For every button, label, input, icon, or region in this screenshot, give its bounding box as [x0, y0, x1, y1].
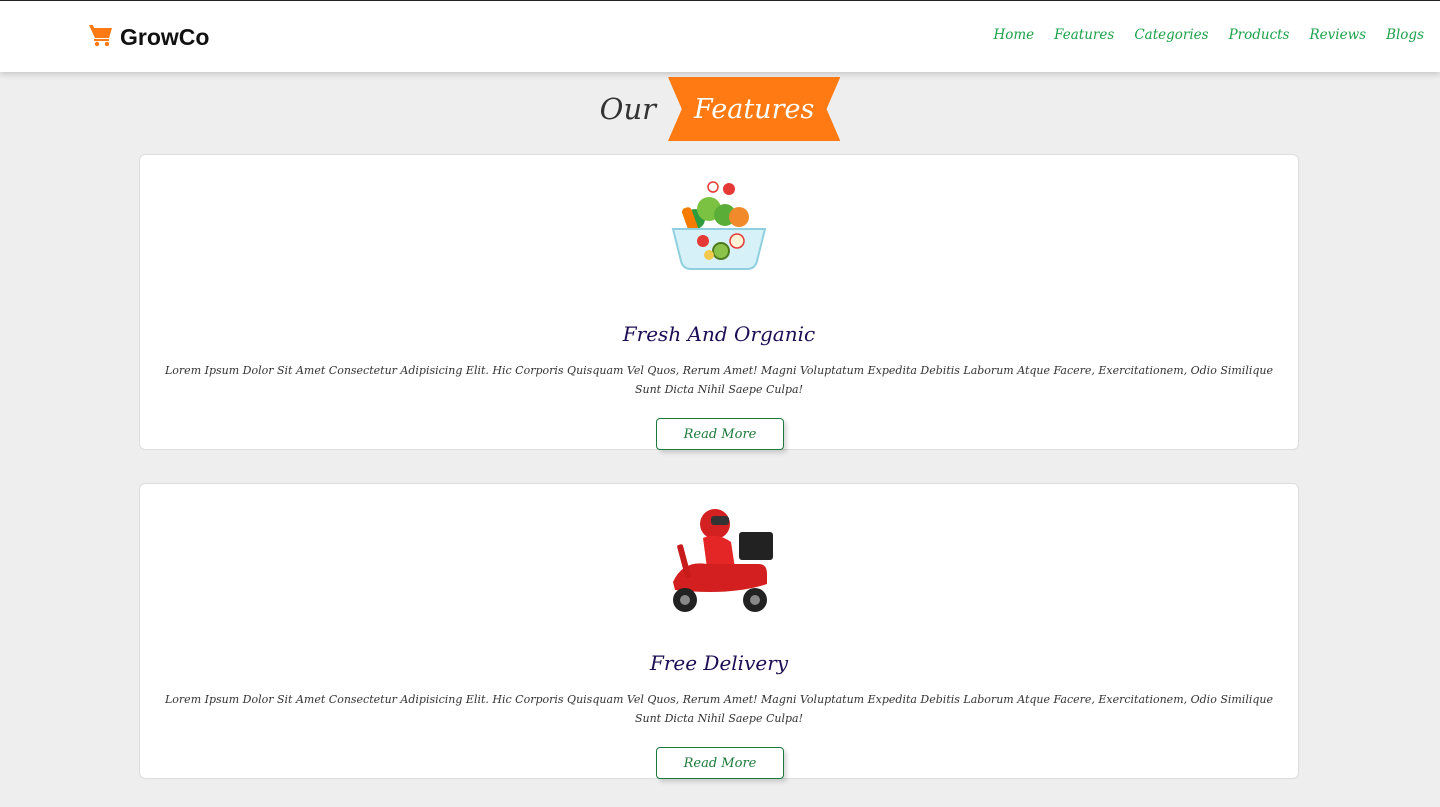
heading-highlight: Features	[668, 77, 841, 141]
main-nav: Home Features Categories Products Review…	[993, 27, 1424, 43]
feature-card: Free Delivery Lorem Ipsum Dolor Sit Amet…	[139, 483, 1299, 779]
feature-card: Fresh And Organic Lorem Ipsum Dolor Sit …	[139, 154, 1299, 450]
brand-name: GrowCo	[120, 23, 210, 50]
nav-categories[interactable]: Categories	[1134, 27, 1208, 43]
shopping-cart-icon	[88, 23, 114, 51]
feature-description: Lorem Ipsum Dolor Sit Amet Consectetur A…	[165, 364, 1273, 396]
brand-logo[interactable]: GrowCo	[88, 21, 209, 53]
delivery-scooter-icon	[659, 502, 779, 622]
read-more-button[interactable]: Read More	[656, 747, 784, 779]
nav-features[interactable]: Features	[1054, 27, 1114, 43]
nav-reviews[interactable]: Reviews	[1309, 27, 1366, 43]
feature-title: Fresh And Organic	[622, 322, 816, 346]
nav-blogs[interactable]: Blogs	[1386, 27, 1424, 43]
site-header: GrowCo Home Features Categories Products…	[0, 0, 1440, 72]
read-more-button[interactable]: Read More	[656, 418, 784, 450]
section-heading: Our Features	[0, 76, 1440, 142]
feature-description: Lorem Ipsum Dolor Sit Amet Consectetur A…	[165, 693, 1273, 725]
nav-products[interactable]: Products	[1229, 27, 1290, 43]
nav-home[interactable]: Home	[993, 27, 1034, 43]
feature-title: Free Delivery	[649, 651, 789, 675]
salad-bowl-icon	[669, 175, 769, 275]
heading-plain: Our	[599, 92, 656, 126]
